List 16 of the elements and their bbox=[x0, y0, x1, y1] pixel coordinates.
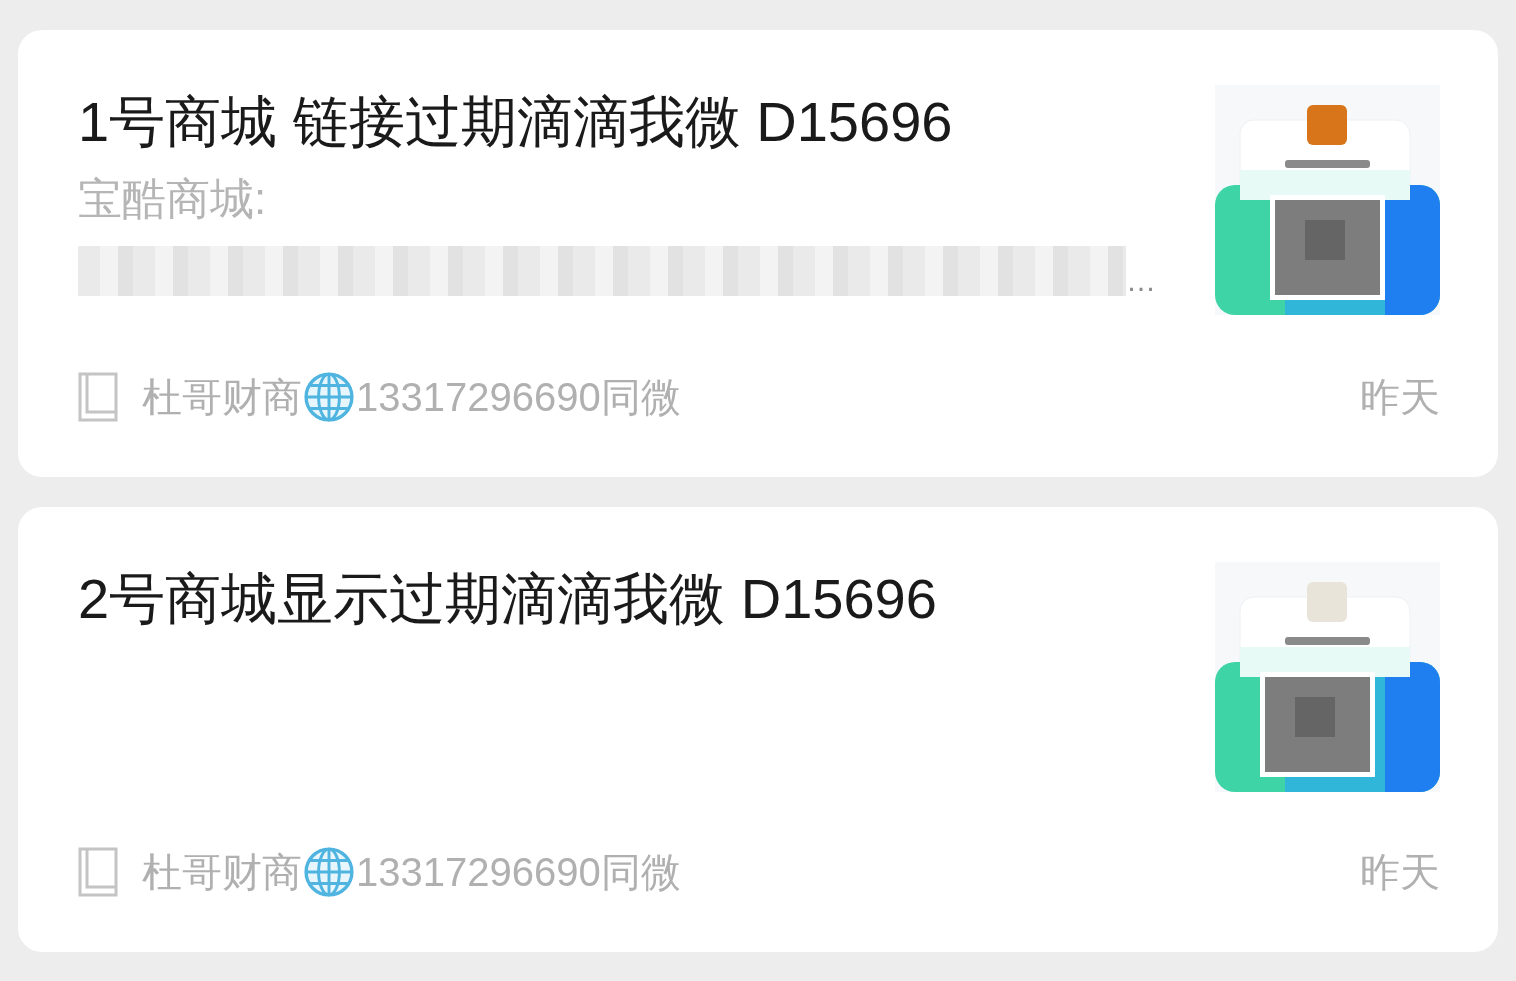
globe-icon bbox=[304, 372, 354, 422]
ellipsis: … bbox=[1126, 266, 1156, 296]
post-time: 昨天 bbox=[1360, 374, 1440, 421]
source-contact: 13317296690同微 bbox=[356, 849, 681, 896]
article-card[interactable]: 2号商城显示过期滴滴我微 D15696 杜哥财商 13317296690同微 昨天 bbox=[18, 507, 1498, 952]
post-time: 昨天 bbox=[1360, 849, 1440, 896]
book-icon bbox=[78, 847, 118, 897]
article-title: 2号商城显示过期滴滴我微 D15696 bbox=[78, 566, 938, 632]
globe-icon bbox=[304, 847, 354, 897]
article-card[interactable]: 1号商城 链接过期滴滴我微 D15696 宝酷商城: … 杜哥财商 13317296690同微 昨天 bbox=[18, 30, 1498, 477]
source-name: 杜哥财商 bbox=[142, 374, 302, 421]
article-summary: 宝酷商城: bbox=[78, 173, 268, 225]
article-title: 1号商城 链接过期滴滴我微 D15696 bbox=[78, 89, 954, 155]
source-contact: 13317296690同微 bbox=[356, 374, 681, 421]
book-icon bbox=[78, 372, 118, 422]
source-name: 杜哥财商 bbox=[142, 849, 302, 896]
